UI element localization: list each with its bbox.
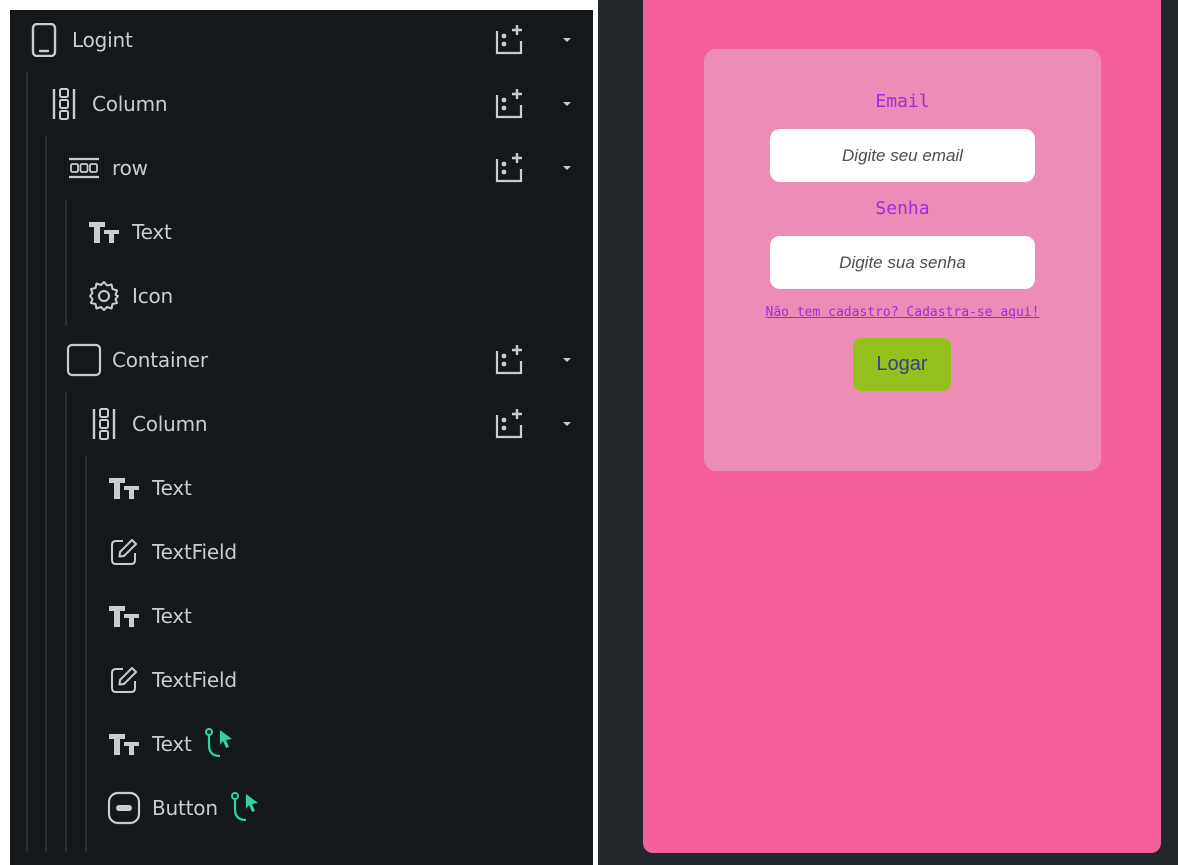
chevron-down-icon[interactable] [557,94,577,114]
tree-node-icon[interactable]: Icon [10,264,593,328]
tree-node-text[interactable]: Text [10,200,593,264]
tree-node-label: Button [152,796,218,820]
tree-node-label: TextField [152,540,237,564]
tree-node-container[interactable]: Container [10,328,593,392]
tree-node-logint[interactable]: Logint [10,10,593,72]
tree-node-label: Text [152,604,192,628]
tree-node-label: Text [152,476,192,500]
textfield-icon [106,662,142,698]
tree-node-column[interactable]: Column [10,392,593,456]
email-field[interactable] [770,129,1035,182]
tree-node-textfield[interactable]: TextField [10,520,593,584]
password-field[interactable] [770,236,1035,289]
login-button[interactable]: Logar [853,338,951,391]
tree-node-row[interactable]: row [10,136,593,200]
tree-node-column[interactable]: Column [10,72,593,136]
chevron-down-icon[interactable] [557,30,577,50]
tree-node-label: Text [152,732,192,756]
chevron-down-icon[interactable] [557,158,577,178]
phone-screen: Email Senha Não tem cadastro? Cadastra-s… [643,0,1161,853]
phone-icon [26,22,62,58]
chevron-down-icon[interactable] [557,350,577,370]
add-widget-icon[interactable] [492,86,528,122]
textfield-icon [106,534,142,570]
login-card: Email Senha Não tem cadastro? Cadastra-s… [704,49,1101,471]
text-icon [106,470,142,506]
text-icon [86,214,122,250]
row-icon [66,150,102,186]
container-icon [66,342,102,378]
tree-node-label: Logint [72,28,133,52]
action-flow-icon[interactable] [202,727,236,761]
column-icon [46,86,82,122]
column-icon [86,406,122,442]
email-label: Email [875,91,930,112]
add-widget-icon[interactable] [492,342,528,378]
tree-node-label: Column [132,412,208,436]
tree-node-button[interactable]: Button [10,776,593,840]
tree-node-text[interactable]: Text [10,584,593,648]
preview-canvas: Email Senha Não tem cadastro? Cadastra-s… [598,0,1178,865]
tree-node-text[interactable]: Text [10,456,593,520]
tree-node-label: Icon [132,284,174,308]
text-icon [106,726,142,762]
tree-node-label: row [112,156,148,180]
add-widget-icon[interactable] [492,150,528,186]
add-widget-icon[interactable] [492,22,528,58]
tree-node-label: Text [132,220,172,244]
add-widget-icon[interactable] [492,406,528,442]
button-icon [106,790,142,826]
password-label: Senha [875,198,930,219]
gear-icon [86,278,122,314]
tree-node-textfield[interactable]: TextField [10,648,593,712]
action-flow-icon[interactable] [228,791,262,825]
tree-node-text[interactable]: Text [10,712,593,776]
signup-link[interactable]: Não tem cadastro? Cadastra-se aqui! [704,305,1101,320]
tree-node-label: Container [112,348,208,372]
text-icon [106,598,142,634]
chevron-down-icon[interactable] [557,414,577,434]
tree-node-label: Column [92,92,168,116]
tree-node-label: TextField [152,668,237,692]
widget-tree-panel: Logint Column row Text Icon Container Co… [10,10,593,865]
